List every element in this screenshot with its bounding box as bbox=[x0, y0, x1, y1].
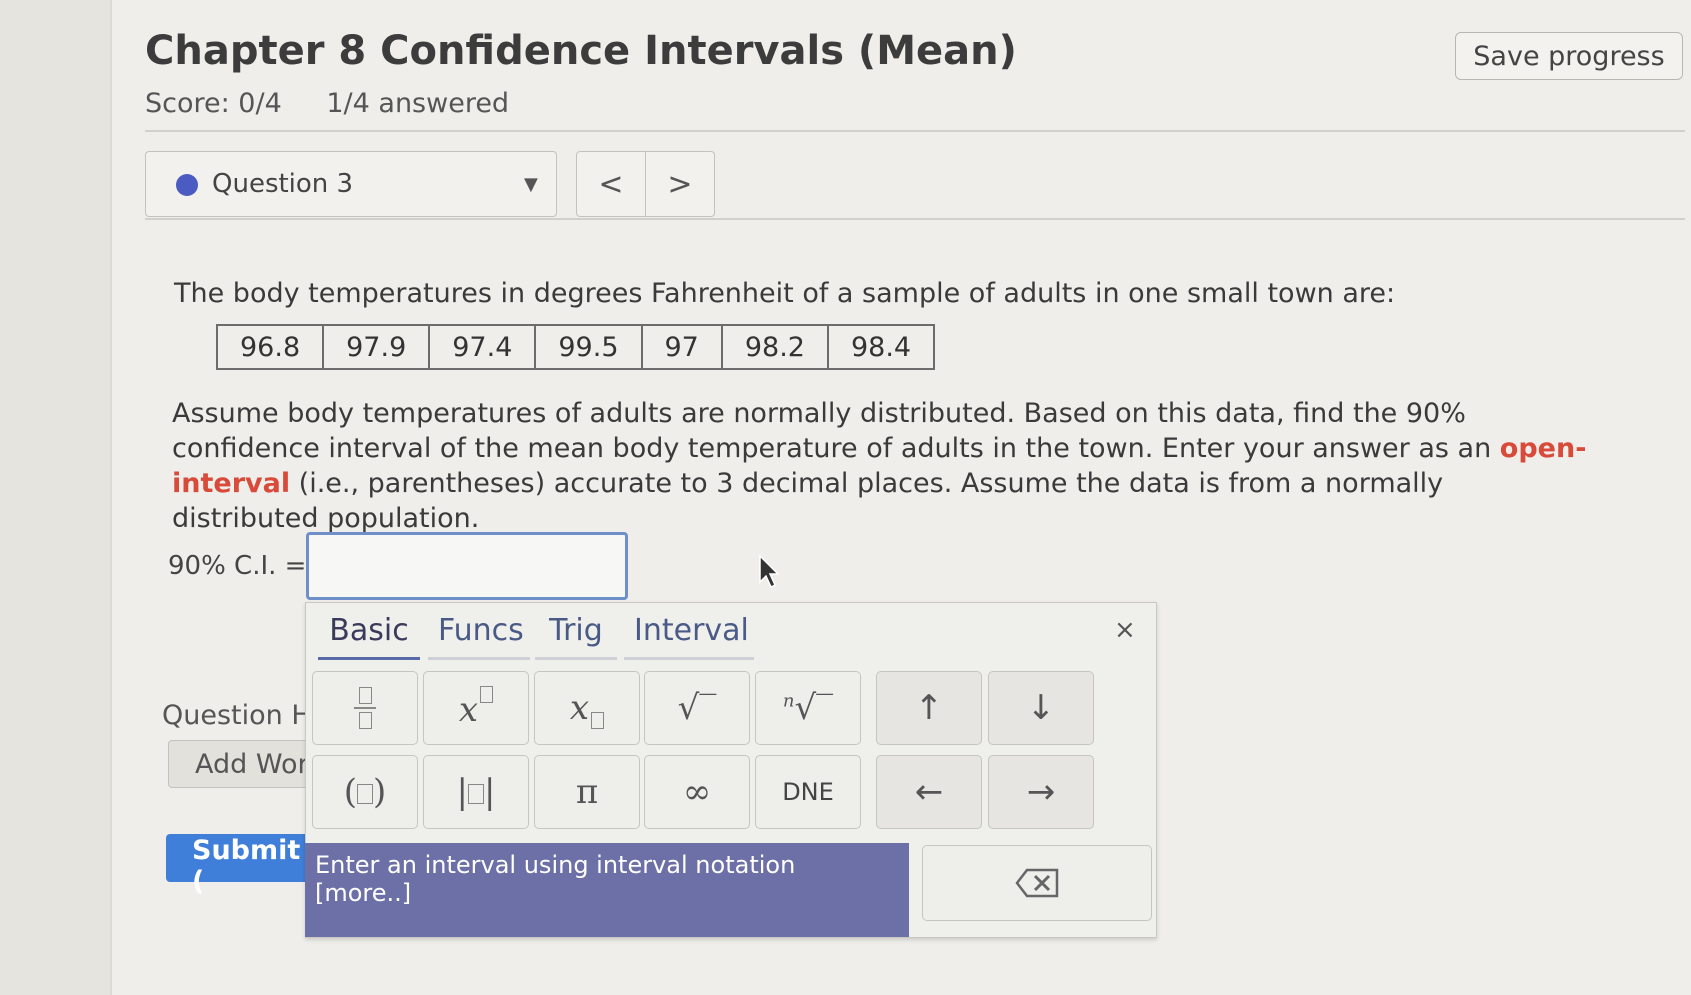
arrow-right-key[interactable]: → bbox=[988, 755, 1094, 829]
arrow-down-icon: ↓ bbox=[1026, 688, 1056, 728]
table-row: 96.8 97.9 97.4 99.5 97 98.2 98.4 bbox=[215, 324, 936, 370]
backspace-key[interactable] bbox=[922, 845, 1152, 921]
absolute-value-key[interactable]: | | bbox=[423, 755, 529, 829]
absolute-value-icon: | | bbox=[456, 772, 496, 812]
nth-root-icon: n√‾ bbox=[782, 688, 834, 728]
tab-trig[interactable]: Trig bbox=[535, 613, 617, 660]
parentheses-icon: () bbox=[343, 772, 387, 812]
dne-label: DNE bbox=[782, 778, 834, 806]
problem-intro: The body temperatures in degrees Fahrenh… bbox=[174, 278, 1396, 309]
data-cell: 99.5 bbox=[534, 324, 643, 370]
divider bbox=[145, 218, 1685, 220]
pi-icon: π bbox=[575, 772, 599, 812]
tab-basic[interactable]: Basic bbox=[318, 613, 420, 660]
question-select[interactable]: Question 3 ▼ bbox=[145, 151, 557, 217]
interval-hint[interactable]: Enter an interval using interval notatio… bbox=[305, 843, 909, 937]
answer-input[interactable] bbox=[306, 532, 628, 600]
dne-key[interactable]: DNE bbox=[755, 755, 861, 829]
sqrt-key[interactable]: √‾ bbox=[644, 671, 750, 745]
question-status-dot-icon bbox=[176, 174, 198, 196]
problem-text-part: (i.e., parentheses) accurate to 3 decima… bbox=[172, 468, 1444, 534]
caret-down-icon: ▼ bbox=[524, 174, 538, 195]
tab-interval[interactable]: Interval bbox=[624, 613, 754, 660]
interval-hint-text: Enter an interval using interval notatio… bbox=[315, 851, 796, 907]
question-select-label: Question 3 bbox=[212, 169, 354, 199]
next-question-button[interactable]: > bbox=[645, 151, 715, 217]
data-cell: 98.2 bbox=[720, 324, 829, 370]
left-margin bbox=[0, 0, 110, 995]
add-work-button[interactable]: Add Wor bbox=[168, 740, 318, 788]
answer-label: 90% C.I. = bbox=[168, 551, 307, 581]
score-line: Score: 0/4 1/4 answered bbox=[145, 88, 545, 119]
save-progress-button[interactable]: Save progress bbox=[1455, 32, 1683, 80]
fraction-key[interactable] bbox=[312, 671, 418, 745]
arrow-up-key[interactable]: ↑ bbox=[876, 671, 982, 745]
infinity-icon: ∞ bbox=[682, 772, 712, 812]
fraction-icon bbox=[354, 687, 376, 729]
nth-root-key[interactable]: n√‾ bbox=[755, 671, 861, 745]
tab-funcs[interactable]: Funcs bbox=[428, 613, 530, 660]
data-cell: 97 bbox=[640, 324, 723, 370]
arrow-left-icon: ← bbox=[914, 772, 944, 812]
arrow-left-key[interactable]: ← bbox=[876, 755, 982, 829]
close-icon[interactable]: × bbox=[1114, 615, 1136, 645]
question-help-label: Question H bbox=[162, 700, 312, 731]
answered-text: 1/4 answered bbox=[326, 88, 510, 119]
math-palette: Basic Funcs Trig Interval × x x √‾ n√‾ ↑… bbox=[305, 602, 1157, 938]
superscript-icon: x bbox=[459, 686, 494, 730]
submit-button[interactable]: Submit ( bbox=[166, 834, 316, 897]
score-text: Score: 0/4 bbox=[145, 88, 282, 119]
arrow-up-icon: ↑ bbox=[914, 688, 944, 728]
superscript-key[interactable]: x bbox=[423, 671, 529, 745]
arrow-right-icon: → bbox=[1026, 772, 1056, 812]
data-cell: 97.9 bbox=[322, 324, 431, 370]
data-cell: 97.4 bbox=[428, 324, 537, 370]
pi-key[interactable]: π bbox=[534, 755, 640, 829]
previous-question-button[interactable]: < bbox=[576, 151, 646, 217]
data-table: 96.8 97.9 97.4 99.5 97 98.2 98.4 bbox=[215, 324, 936, 370]
backspace-icon bbox=[1015, 868, 1059, 898]
data-cell: 98.4 bbox=[826, 324, 936, 370]
infinity-key[interactable]: ∞ bbox=[644, 755, 750, 829]
parentheses-key[interactable]: () bbox=[312, 755, 418, 829]
page-title: Chapter 8 Confidence Intervals (Mean) bbox=[145, 28, 1017, 74]
subscript-key[interactable]: x bbox=[534, 671, 640, 745]
problem-text-part: Assume body temperatures of adults are n… bbox=[172, 398, 1500, 464]
problem-text: Assume body temperatures of adults are n… bbox=[172, 396, 1592, 536]
data-cell: 96.8 bbox=[215, 324, 325, 370]
arrow-down-key[interactable]: ↓ bbox=[988, 671, 1094, 745]
subscript-icon: x bbox=[570, 688, 605, 729]
sqrt-icon: √‾ bbox=[677, 688, 717, 728]
divider bbox=[145, 130, 1685, 132]
mouse-cursor-icon bbox=[759, 554, 780, 589]
